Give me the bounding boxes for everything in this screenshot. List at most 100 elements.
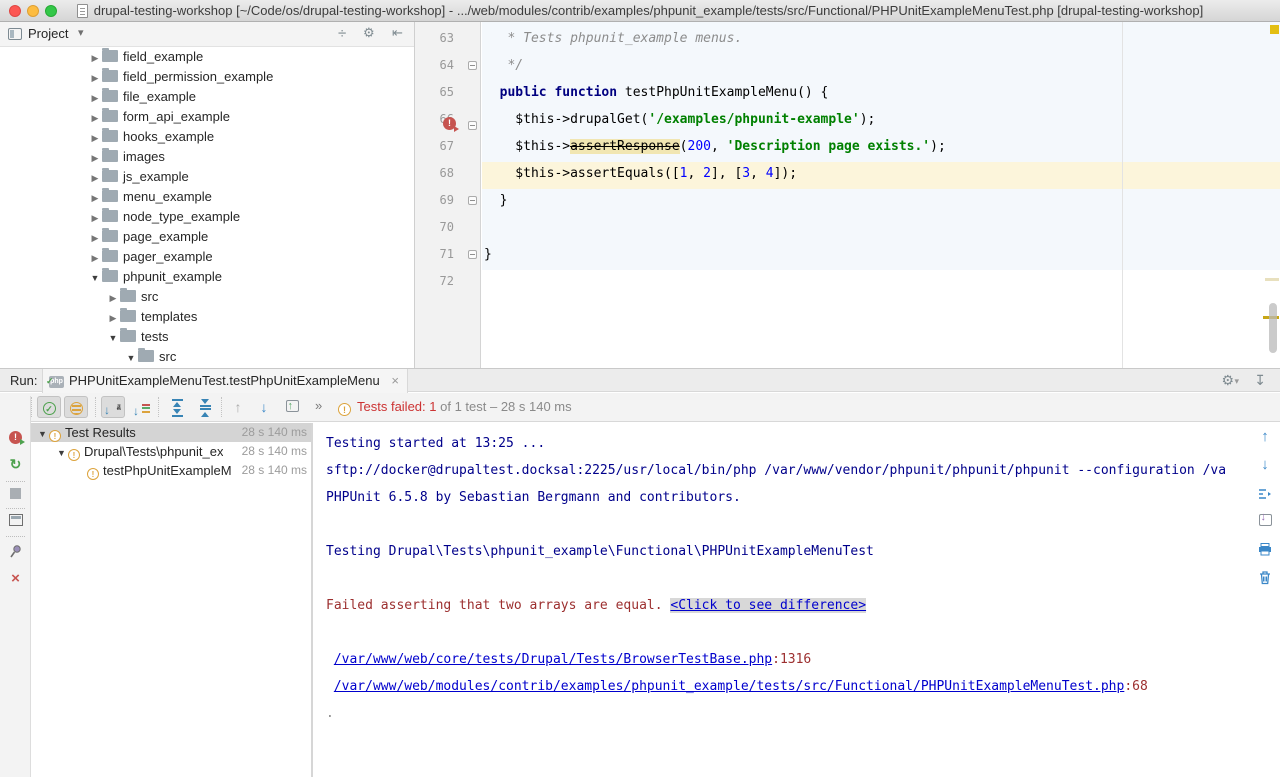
- chevron-right-icon[interactable]: ▶: [88, 108, 102, 128]
- warning-icon: !: [87, 468, 99, 480]
- tree-item[interactable]: ▶templates: [0, 307, 414, 327]
- chevron-right-icon[interactable]: ▶: [88, 188, 102, 208]
- stacktrace-link[interactable]: /var/www/web/core/tests/Drupal/Tests/Bro…: [334, 652, 772, 667]
- expand-all-button[interactable]: [165, 396, 189, 418]
- deprecated-call: assertResponse: [570, 139, 680, 154]
- test-console[interactable]: Testing started at 13:25 ... sftp://dock…: [313, 423, 1250, 777]
- editor-vertical-scrollbar[interactable]: [1269, 303, 1277, 353]
- tree-item-src[interactable]: ▼src: [0, 347, 414, 367]
- chevron-right-icon[interactable]: ▶: [106, 288, 120, 308]
- title-bar: drupal-testing-workshop [~/Code/os/drupa…: [0, 0, 1280, 22]
- chevron-right-icon[interactable]: ▶: [88, 168, 102, 188]
- tree-item[interactable]: ▶field_example: [0, 47, 414, 67]
- jump-icon: [1257, 487, 1273, 501]
- stop-button[interactable]: [0, 486, 31, 502]
- chevron-right-icon[interactable]: ▶: [88, 88, 102, 108]
- tree-item[interactable]: ▶menu_example: [0, 187, 414, 207]
- project-tree: ▶field_example ▶field_permission_example…: [0, 47, 414, 368]
- close-icon[interactable]: ×: [391, 373, 399, 388]
- fold-marker-icon[interactable]: [468, 196, 477, 205]
- duration: 28 s 140 ms: [242, 442, 307, 461]
- code-editor[interactable]: * Tests phpunit_example menus. */ public…: [415, 22, 1280, 368]
- more-actions-chevron[interactable]: »: [315, 398, 322, 413]
- chevron-right-icon[interactable]: ▶: [88, 208, 102, 228]
- stripe-mark[interactable]: [1265, 278, 1279, 281]
- test-class-row[interactable]: ▼!Drupal\Tests\phpunit_ex 28 s 140 ms: [31, 442, 311, 461]
- next-failed-test-button[interactable]: ↓: [252, 396, 276, 418]
- chevron-right-icon[interactable]: ▶: [88, 128, 102, 148]
- run-tab[interactable]: php ✓ PHPUnitExampleMenuTest.testPhpUnit…: [42, 369, 408, 393]
- fold-marker-icon[interactable]: [468, 121, 477, 130]
- test-results-root-row[interactable]: ▼!Test Results 28 s 140 ms: [31, 423, 311, 442]
- chevron-right-icon[interactable]: ▶: [106, 308, 120, 328]
- run-tab-strip: Run: php ✓ PHPUnitExampleMenuTest.testPh…: [0, 368, 1280, 392]
- show-ignored-toggle[interactable]: [64, 396, 88, 418]
- tree-item[interactable]: ▶src: [0, 287, 414, 307]
- chevron-down-icon[interactable]: ▼: [124, 348, 138, 368]
- hide-panel-icon[interactable]: ↧: [1254, 372, 1266, 389]
- chevron-down-icon[interactable]: ▾: [78, 26, 84, 39]
- previous-failed-test-button[interactable]: ↑: [226, 396, 250, 418]
- import-results-button[interactable]: ↓: [1250, 513, 1280, 530]
- printer-icon: [1257, 542, 1273, 556]
- chevron-down-icon[interactable]: ▼: [88, 268, 102, 288]
- chevron-right-icon[interactable]: ▶: [88, 148, 102, 168]
- run-content: ! ↻ × ▼!Test Results 28 s 140 ms ▼!Drupa…: [0, 423, 1280, 777]
- folder-icon: [120, 290, 136, 302]
- tree-item-tests[interactable]: ▼tests: [0, 327, 414, 347]
- chevron-right-icon[interactable]: ▶: [88, 68, 102, 88]
- chevron-down-icon[interactable]: ▼: [106, 328, 120, 348]
- test-status: !Tests failed: 1 of 1 test – 28 s 140 ms: [338, 398, 572, 416]
- tree-item[interactable]: ▶page_example: [0, 227, 414, 247]
- see-difference-link[interactable]: <Click to see difference>: [670, 598, 866, 613]
- gear-icon[interactable]: ⚙: [363, 25, 375, 41]
- export-test-results-button[interactable]: ↑: [280, 396, 304, 418]
- chevron-right-icon[interactable]: ▶: [88, 248, 102, 268]
- fold-marker-icon[interactable]: [468, 61, 477, 70]
- folder-icon: [102, 210, 118, 222]
- tree-item[interactable]: ▶form_api_example: [0, 107, 414, 127]
- stacktrace-link[interactable]: /var/www/web/modules/contrib/examples/ph…: [334, 679, 1125, 694]
- show-passed-toggle[interactable]: ✓: [37, 396, 61, 418]
- ignored-icon: [70, 402, 83, 415]
- gear-icon[interactable]: ⚙: [1221, 372, 1234, 389]
- sort-alphabetically-toggle[interactable]: ↓az: [101, 396, 125, 418]
- tree-item[interactable]: ▶images: [0, 147, 414, 167]
- passed-icon: ✓: [43, 402, 56, 415]
- assertion-error-text: Failed asserting that two arrays are equ…: [326, 598, 670, 613]
- layout-icon: [9, 514, 23, 526]
- document-icon: [77, 4, 88, 18]
- tree-item[interactable]: ▶js_example: [0, 167, 414, 187]
- tree-item[interactable]: ▶node_type_example: [0, 207, 414, 227]
- restore-layout-button[interactable]: [0, 513, 31, 529]
- sort-by-duration-button[interactable]: ↓: [130, 396, 154, 418]
- test-failed-gutter-icon[interactable]: !: [443, 117, 456, 130]
- project-panel-title[interactable]: Project: [28, 26, 68, 41]
- tree-item-phpunit-example[interactable]: ▼phpunit_example: [0, 267, 414, 287]
- clear-console-button[interactable]: [1250, 568, 1280, 585]
- chevron-right-icon[interactable]: ▶: [88, 48, 102, 68]
- fold-marker-icon[interactable]: [468, 250, 477, 259]
- folder-icon: [102, 250, 118, 262]
- hide-panel-icon[interactable]: ⇤: [392, 25, 403, 41]
- collapse-all-button[interactable]: [193, 396, 217, 418]
- pin-tab-button[interactable]: [0, 542, 31, 559]
- tree-item[interactable]: ▶hooks_example: [0, 127, 414, 147]
- analyzer-status-square[interactable]: [1270, 25, 1279, 34]
- toggle-auto-test-button[interactable]: ↻: [0, 456, 31, 473]
- jump-to-source-button[interactable]: [1250, 485, 1280, 502]
- tree-item[interactable]: ▶pager_example: [0, 247, 414, 267]
- tree-item[interactable]: ▶file_example: [0, 87, 414, 107]
- pin-icon: [8, 544, 23, 559]
- print-button[interactable]: [1250, 540, 1280, 557]
- chevron-right-icon[interactable]: ▶: [88, 228, 102, 248]
- rerun-failed-tests-button[interactable]: !: [0, 427, 31, 444]
- duration: 28 s 140 ms: [242, 423, 307, 442]
- code-lines: * Tests phpunit_example menus. */ public…: [484, 22, 1280, 295]
- scroll-from-source-icon[interactable]: ÷: [338, 25, 346, 42]
- scroll-down-button[interactable]: ↓: [1250, 456, 1280, 473]
- close-panel-button[interactable]: ×: [0, 570, 31, 587]
- scroll-up-button[interactable]: ↑: [1250, 428, 1280, 445]
- test-method-row[interactable]: !testPhpUnitExampleM 28 s 140 ms: [31, 461, 311, 480]
- tree-item[interactable]: ▶field_permission_example: [0, 67, 414, 87]
